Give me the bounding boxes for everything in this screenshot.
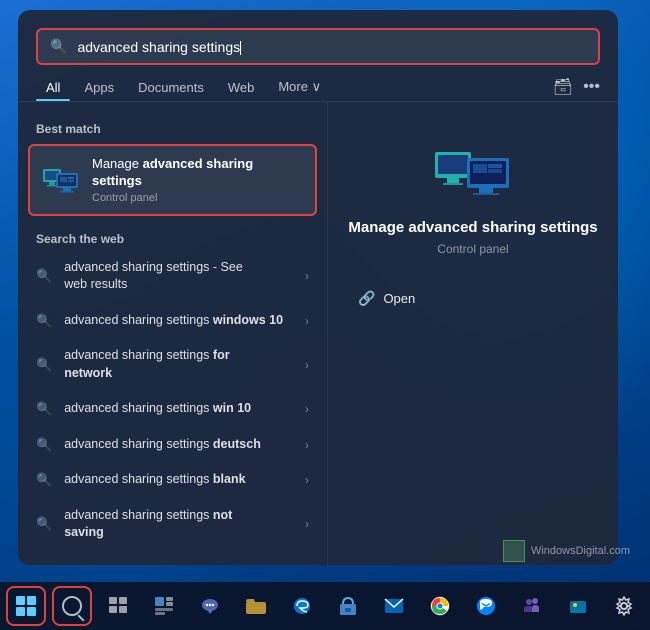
- start-menu: 🔍 advanced sharing settings All Apps Doc…: [18, 10, 618, 565]
- search-content: Best match: [18, 102, 618, 565]
- search-bar[interactable]: 🔍 advanced sharing settings: [36, 28, 600, 65]
- list-item[interactable]: 🔍 advanced sharing settings notsaving ›: [18, 498, 327, 551]
- tab-documents[interactable]: Documents: [128, 74, 214, 101]
- share-icon[interactable]: 🗃: [553, 77, 573, 97]
- best-match-text: Manage advanced sharingsettings Control …: [92, 156, 253, 204]
- left-panel: Best match: [18, 102, 328, 565]
- tab-all[interactable]: All: [36, 74, 70, 101]
- chevron-right-icon-5: ›: [305, 438, 309, 452]
- chrome-icon: [430, 596, 450, 616]
- photos-button[interactable]: [558, 586, 598, 626]
- messenger-icon: [476, 596, 496, 616]
- file-explorer-icon: [245, 597, 267, 615]
- watermark-icon: [503, 540, 525, 562]
- chevron-right-icon-2: ›: [305, 314, 309, 328]
- store-icon: [338, 596, 358, 616]
- web-item-text-1: advanced sharing settings - Seeweb resul…: [64, 259, 293, 294]
- tabs-bar: All Apps Documents Web More ∨ 🗃 •••: [18, 65, 618, 102]
- windows-logo-icon: [16, 596, 36, 616]
- search-web-icon-6: 🔍: [36, 472, 52, 488]
- search-input[interactable]: advanced sharing settings: [77, 39, 586, 55]
- chevron-right-icon-1: ›: [305, 269, 309, 283]
- web-item-text-4: advanced sharing settings win 10: [64, 400, 293, 418]
- search-web-icon-5: 🔍: [36, 437, 52, 453]
- open-button[interactable]: 🔗 Open: [348, 284, 425, 313]
- tab-apps[interactable]: Apps: [74, 74, 124, 101]
- web-item-text-3: advanced sharing settings fornetwork: [64, 347, 293, 382]
- best-match-item[interactable]: Manage advanced sharingsettings Control …: [28, 144, 317, 216]
- edge-button[interactable]: [282, 586, 322, 626]
- mail-icon: [384, 598, 404, 614]
- search-icon: 🔍: [50, 38, 67, 55]
- right-panel-subtitle: Control panel: [437, 242, 508, 256]
- search-web-icon-7: 🔍: [36, 516, 52, 532]
- open-label: Open: [383, 291, 415, 306]
- list-item[interactable]: 🔍 advanced sharing settings fornetwork ›: [18, 338, 327, 391]
- list-item[interactable]: 🔍 advanced sharing settings win 10 ›: [18, 391, 327, 427]
- messenger-button[interactable]: [466, 586, 506, 626]
- web-item-text-2: advanced sharing settings windows 10: [64, 312, 293, 330]
- taskbar-search-icon: [62, 596, 82, 616]
- chevron-right-icon-3: ›: [305, 358, 309, 372]
- tab-more[interactable]: More ∨: [268, 73, 331, 101]
- right-panel-app-name: Manage advanced sharing settings: [348, 218, 597, 238]
- list-item[interactable]: 🔍 advanced sharing settings - Seeweb res…: [18, 250, 327, 303]
- teams-button[interactable]: [512, 586, 552, 626]
- chevron-right-icon-7: ›: [305, 517, 309, 531]
- app-icon-large: [433, 142, 513, 202]
- web-item-text-6: advanced sharing settings blank: [64, 471, 293, 489]
- teams-icon: [521, 596, 543, 616]
- start-button[interactable]: [6, 586, 46, 626]
- more-options-icon[interactable]: •••: [583, 78, 600, 96]
- list-item[interactable]: 🔍 advanced sharing settings windows 10 ›: [18, 303, 327, 339]
- right-panel: Manage advanced sharing settings Control…: [328, 102, 618, 565]
- web-item-text-7: advanced sharing settings notsaving: [64, 507, 293, 542]
- chevron-right-icon-6: ›: [305, 473, 309, 487]
- edge-icon: [292, 596, 312, 616]
- store-button[interactable]: [328, 586, 368, 626]
- settings-button[interactable]: [604, 586, 644, 626]
- search-web-icon-3: 🔍: [36, 357, 52, 373]
- tabs-right-icons: 🗃 •••: [553, 77, 600, 97]
- best-match-subtitle: Control panel: [92, 192, 253, 204]
- search-web-icon-2: 🔍: [36, 313, 52, 329]
- search-web-label: Search the web: [18, 224, 327, 250]
- mail-button[interactable]: [374, 586, 414, 626]
- widgets-button[interactable]: [144, 586, 184, 626]
- task-view-icon: [108, 596, 128, 616]
- file-explorer-button[interactable]: [236, 586, 276, 626]
- network-computers-icon: [42, 161, 80, 199]
- best-match-title: Manage advanced sharingsettings: [92, 156, 253, 190]
- chevron-right-icon-4: ›: [305, 402, 309, 416]
- search-web-icon-1: 🔍: [36, 268, 52, 284]
- search-web-icon-4: 🔍: [36, 401, 52, 417]
- widgets-icon: [154, 596, 174, 616]
- photos-icon: [568, 596, 588, 616]
- tab-web[interactable]: Web: [218, 74, 265, 101]
- settings-icon: [614, 596, 634, 616]
- best-match-label: Best match: [18, 114, 327, 140]
- taskbar: [0, 582, 650, 630]
- list-item[interactable]: 🔍 advanced sharing settings blank ›: [18, 462, 327, 498]
- task-view-button[interactable]: [98, 586, 138, 626]
- open-link-icon: 🔗: [358, 290, 375, 307]
- watermark: WindowsDigital.com: [503, 540, 630, 562]
- watermark-text: WindowsDigital.com: [531, 545, 630, 557]
- list-item[interactable]: 🔍 advanced sharing settings deutsch ›: [18, 427, 327, 463]
- tabs-list: All Apps Documents Web More ∨: [36, 73, 331, 101]
- chat-button[interactable]: [190, 586, 230, 626]
- search-taskbar-button[interactable]: [52, 586, 92, 626]
- chat-icon: [200, 596, 220, 616]
- web-item-text-5: advanced sharing settings deutsch: [64, 436, 293, 454]
- chrome-button[interactable]: [420, 586, 460, 626]
